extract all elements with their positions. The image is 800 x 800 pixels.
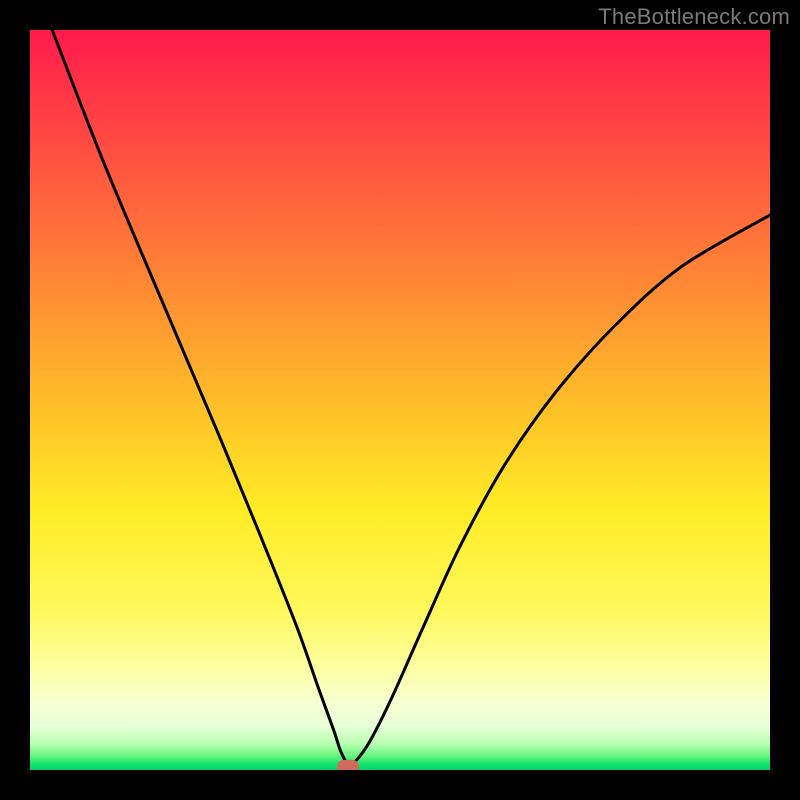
watermark-text: TheBottleneck.com — [598, 4, 790, 30]
chart-area — [30, 30, 770, 770]
optimal-point-marker — [337, 760, 359, 770]
bottleneck-curve — [52, 30, 770, 765]
chart-curve-svg — [30, 30, 770, 770]
